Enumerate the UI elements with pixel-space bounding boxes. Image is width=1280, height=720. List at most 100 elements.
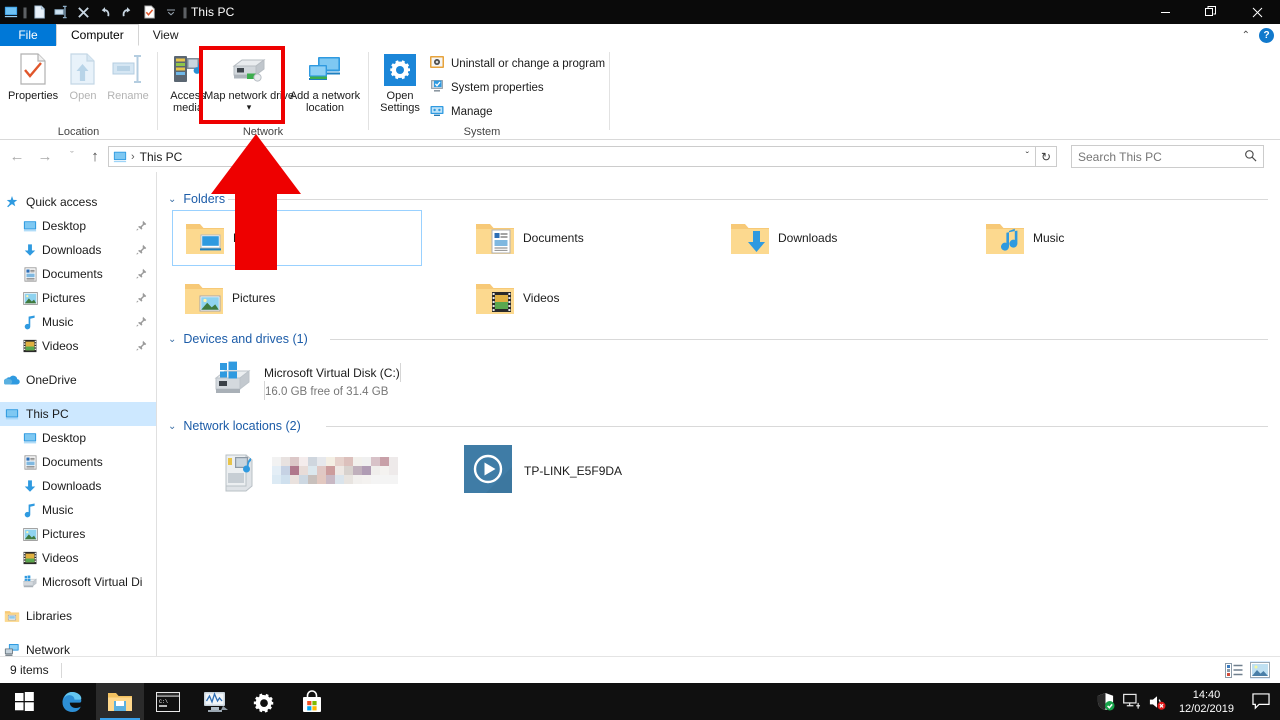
chevron-down-icon[interactable]: ⌄ [168, 334, 176, 345]
pin-icon[interactable] [136, 220, 147, 234]
folder-item-pictures[interactable]: Pictures [172, 270, 422, 326]
open-settings-button[interactable]: Open Settings [374, 50, 426, 114]
breadcrumb[interactable]: This PC [140, 150, 183, 164]
taskbar[interactable]: C:\ 14:40 12/02/2019 [0, 683, 1280, 720]
ribbon-group-system-label: System [463, 126, 501, 138]
help-icon[interactable]: ? [1259, 27, 1274, 43]
add-network-location-button[interactable]: Add a network location [288, 50, 362, 114]
delete-icon[interactable] [72, 0, 94, 24]
customize-qat-chevron-icon[interactable] [160, 0, 182, 24]
system-tray[interactable]: 14:40 12/02/2019 [1093, 683, 1280, 720]
sidebar-item-documents[interactable]: Documents [0, 450, 156, 474]
section-header-network-locations[interactable]: ⌄ Network locations (2) [168, 417, 301, 435]
title-bar: ∥ ∥ This PC [0, 0, 1280, 24]
breadcrumb-separator[interactable]: › [131, 151, 135, 163]
sidebar-item-network[interactable]: Network [0, 638, 156, 656]
action-center-button[interactable] [1242, 683, 1280, 720]
up-button[interactable]: ↑ [84, 146, 106, 166]
search-magnifier-icon[interactable] [1244, 149, 1257, 165]
undo-icon[interactable] [94, 0, 116, 24]
section-header-devices[interactable]: ⌄ Devices and drives (1) [168, 330, 308, 348]
properties-label: Properties [7, 90, 59, 102]
microsoft-store-button[interactable] [288, 683, 336, 720]
sidebar-item-pictures[interactable]: Pictures [0, 522, 156, 546]
sidebar-item-downloads[interactable]: Downloads [0, 474, 156, 498]
pin-icon[interactable] [136, 340, 147, 354]
chevron-down-icon[interactable]: ⌄ [168, 421, 176, 432]
restore-button[interactable] [1188, 0, 1234, 24]
close-button[interactable] [1234, 0, 1280, 24]
network-location-item-redacted[interactable] [214, 445, 398, 496]
new-folder-icon[interactable] [50, 0, 72, 24]
recent-locations-button[interactable]: ˇ [61, 146, 83, 166]
folder-item-music[interactable]: Music [973, 210, 1223, 266]
tab-view[interactable]: View [139, 24, 193, 46]
sidebar-item-downloads[interactable]: Downloads [0, 238, 156, 262]
address-path-field[interactable]: › This PC ˇ [108, 146, 1036, 167]
sidebar-item-videos[interactable]: Videos [0, 546, 156, 570]
sidebar-item-quick-access[interactable]: Quick access [0, 190, 156, 214]
sidebar-item-pictures[interactable]: Pictures [0, 286, 156, 310]
navigation-pane[interactable]: Quick access Desktop Downloads Documents Pic… [0, 172, 157, 656]
network-icon[interactable] [1119, 683, 1145, 720]
chevron-down-icon[interactable]: ▾ [247, 101, 252, 113]
search-input[interactable]: Search This PC [1071, 145, 1264, 168]
collapse-ribbon-chevron-icon[interactable]: ⌃ [1242, 30, 1250, 41]
large-icons-view-button[interactable] [1250, 661, 1270, 679]
sidebar-item-desktop[interactable]: Desktop [0, 214, 156, 238]
section-header-folders[interactable]: ⌄ Folders [168, 190, 225, 208]
windows-defender-icon[interactable] [1093, 683, 1119, 720]
redo-icon[interactable] [116, 0, 138, 24]
window-controls[interactable] [1142, 0, 1280, 24]
pin-icon[interactable] [136, 244, 147, 258]
chevron-down-icon[interactable]: ⌄ [168, 194, 176, 205]
sidebar-item-libraries[interactable]: Libraries [0, 604, 156, 628]
network-location-item-tplink[interactable]: TP-LINK_E5F9DA [464, 445, 622, 496]
sidebar-item-videos[interactable]: Videos [0, 334, 156, 358]
system-properties-button[interactable]: System properties [429, 78, 544, 97]
folder-item-documents[interactable]: Documents [463, 210, 713, 266]
back-button[interactable]: ← [6, 146, 28, 166]
sidebar-item-microsoft-virtual-di[interactable]: Microsoft Virtual Di [0, 570, 156, 594]
refresh-button[interactable]: ↻ [1036, 146, 1057, 167]
sidebar-item-onedrive[interactable]: OneDrive [0, 368, 156, 392]
file-explorer-button[interactable] [96, 683, 144, 720]
sidebar-item-this-pc[interactable]: This PC [0, 402, 156, 426]
taskbar-clock[interactable]: 14:40 12/02/2019 [1171, 688, 1242, 716]
folder-item-downloads[interactable]: Downloads [718, 210, 968, 266]
folder-item-videos[interactable]: Videos [463, 270, 713, 326]
sidebar-item-music[interactable]: Music [0, 498, 156, 522]
details-view-button[interactable] [1224, 661, 1244, 679]
tab-file[interactable]: File [0, 24, 56, 46]
map-network-drive-button[interactable]: Map network drive ▾ [204, 50, 294, 113]
properties-icon[interactable] [28, 0, 50, 24]
redacted-pixel-block [308, 457, 317, 466]
uninstall-program-button[interactable]: Uninstall or change a program [429, 54, 605, 73]
redacted-pixel-block [344, 466, 353, 475]
properties-button[interactable]: Properties [8, 50, 58, 102]
pin-icon[interactable] [136, 268, 147, 282]
sidebar-item-music[interactable]: Music [0, 310, 156, 334]
redacted-pixel-block [389, 457, 398, 466]
pin-icon[interactable] [136, 316, 147, 330]
pin-icon[interactable] [136, 292, 147, 306]
start-button[interactable] [0, 683, 48, 720]
volume-muted-icon[interactable] [1145, 683, 1171, 720]
manage-computer-icon [429, 102, 445, 121]
sidebar-item-documents[interactable]: Documents [0, 262, 156, 286]
chevron-down-icon[interactable]: ˇ [1026, 151, 1031, 162]
drive-item-c[interactable]: Microsoft Virtual Disk (C:) 16.0 GB free… [210, 358, 401, 405]
forward-button[interactable]: → [34, 146, 56, 166]
sidebar-item-desktop[interactable]: Desktop [0, 426, 156, 450]
tab-computer[interactable]: Computer [56, 24, 139, 46]
folder-item-desktop[interactable]: Desktop [172, 210, 422, 266]
performance-monitor-button[interactable] [192, 683, 240, 720]
file-list-pane[interactable]: ⌄ Folders Desktop Documents Downloads Mu… [158, 172, 1280, 656]
minimize-button[interactable] [1142, 0, 1188, 24]
properties-check-icon[interactable] [138, 0, 160, 24]
manage-button[interactable]: Manage [429, 102, 493, 121]
settings-button[interactable] [240, 683, 288, 720]
edge-button[interactable] [48, 683, 96, 720]
command-prompt-button[interactable]: C:\ [144, 683, 192, 720]
quick-access-toolbar[interactable] [28, 0, 182, 24]
